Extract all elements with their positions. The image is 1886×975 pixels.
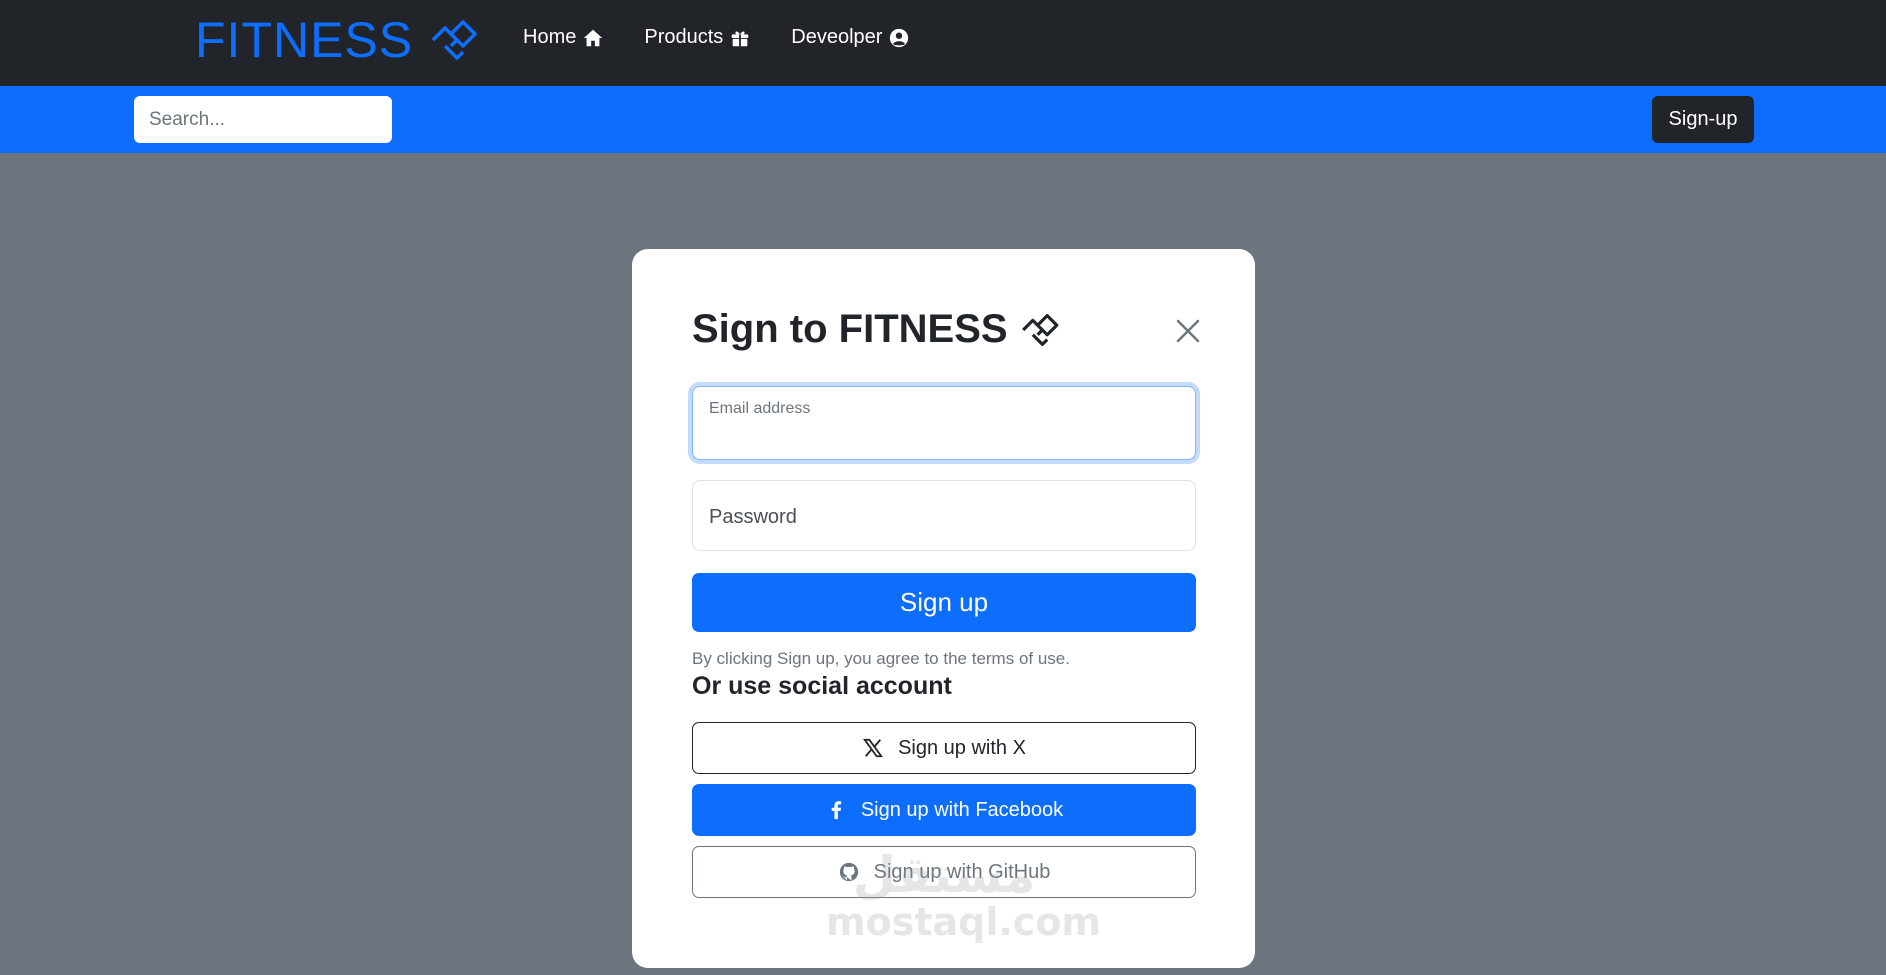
top-navbar: FITNESS Home Products Deveolper bbox=[0, 0, 1886, 86]
signup-submit-button[interactable]: Sign up bbox=[692, 573, 1196, 632]
modal-title-text: Sign to FITNESS bbox=[692, 307, 1008, 351]
header-signup-button[interactable]: Sign-up bbox=[1652, 96, 1754, 143]
house-icon bbox=[584, 29, 603, 46]
search-input[interactable] bbox=[134, 96, 392, 143]
signup-modal: Sign to FITNESS Email address Password S… bbox=[632, 249, 1255, 968]
social-heading: Or use social account bbox=[692, 672, 952, 700]
diamond-link-icon bbox=[431, 20, 477, 60]
email-input[interactable] bbox=[693, 387, 1195, 459]
modal-title: Sign to FITNESS bbox=[692, 307, 1060, 352]
facebook-icon bbox=[831, 801, 841, 820]
terms-text: By clicking Sign up, you agree to the te… bbox=[692, 649, 1070, 668]
signup-with-github-button[interactable]: Sign up with GitHub bbox=[692, 846, 1196, 898]
github-icon bbox=[839, 862, 858, 882]
nav-developer-link[interactable]: Deveolper bbox=[791, 26, 910, 49]
user-circle-icon bbox=[890, 28, 909, 47]
brand-logo[interactable]: FITNESS bbox=[195, 10, 479, 70]
signup-with-x-label: Sign up with X bbox=[898, 736, 1026, 759]
nav-products-link[interactable]: Products bbox=[644, 26, 751, 49]
signup-with-x-button[interactable]: Sign up with X bbox=[692, 722, 1196, 774]
nav-links: Home Products Deveolper bbox=[523, 26, 910, 49]
x-logo-icon bbox=[863, 738, 884, 758]
nav-home-label: Home bbox=[523, 26, 577, 48]
brand-name: FITNESS bbox=[195, 12, 414, 68]
nav-home-link[interactable]: Home bbox=[523, 26, 604, 49]
email-field[interactable]: Email address bbox=[692, 386, 1196, 460]
gift-icon bbox=[732, 31, 749, 46]
signup-with-github-label: Sign up with GitHub bbox=[873, 860, 1051, 883]
nav-developer-label: Deveolper bbox=[791, 26, 883, 48]
diamond-link-icon bbox=[1021, 313, 1058, 346]
signup-with-facebook-button[interactable]: Sign up with Facebook bbox=[692, 784, 1196, 836]
password-input[interactable] bbox=[693, 481, 1195, 550]
password-field[interactable]: Password bbox=[692, 480, 1196, 551]
nav-products-label: Products bbox=[644, 26, 724, 48]
close-icon[interactable] bbox=[1172, 315, 1204, 347]
signup-with-facebook-label: Sign up with Facebook bbox=[860, 798, 1064, 821]
